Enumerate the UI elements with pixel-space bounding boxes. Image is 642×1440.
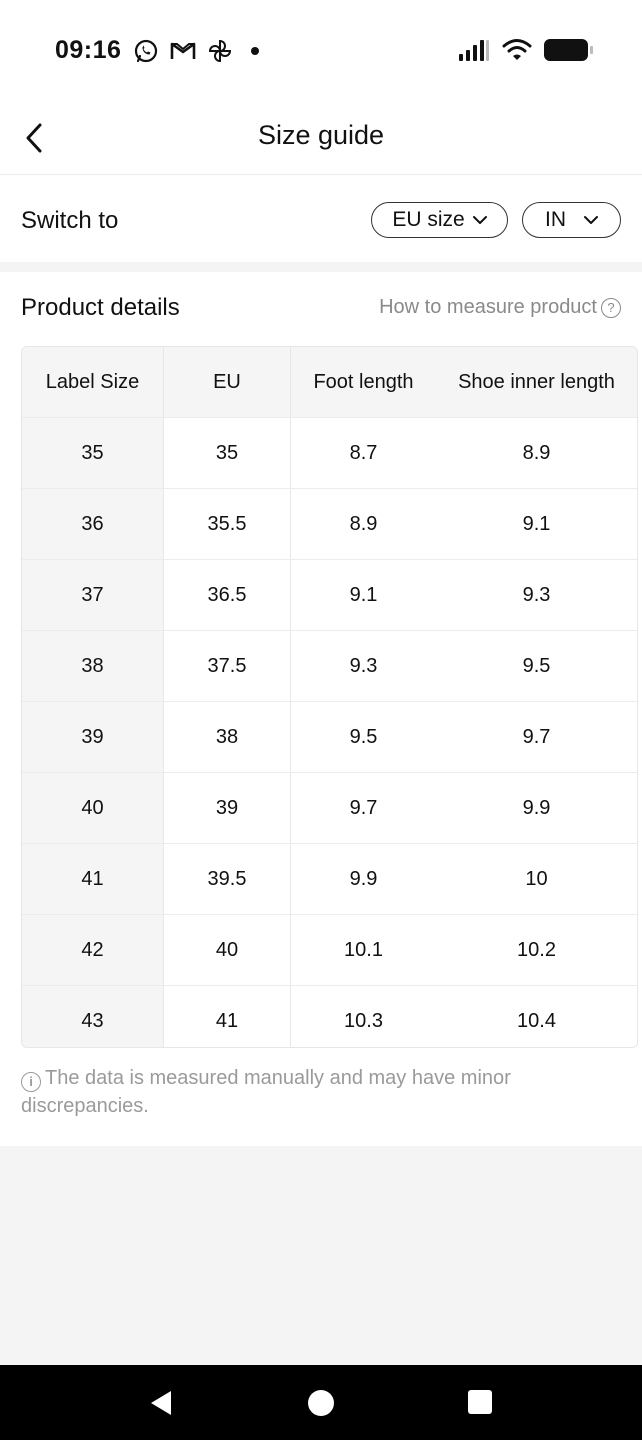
recents-square-icon[interactable] <box>467 1389 493 1415</box>
switch-label: Switch to <box>21 207 119 234</box>
cell-eu: 39 <box>163 772 291 844</box>
signal-icon <box>459 40 489 61</box>
cell-inner-length: 9.5 <box>436 630 637 702</box>
unit-dropdown[interactable]: IN <box>522 202 621 238</box>
system-icons <box>458 38 593 62</box>
table-row: 42 40 10.1 10.2 <box>22 914 637 986</box>
cell-inner-length: 9.1 <box>436 488 637 560</box>
size-table: Label Size EU Foot length Shoe inner len… <box>21 346 638 1048</box>
back-triangle-icon[interactable] <box>147 1389 175 1417</box>
cell-label-size: 39 <box>22 701 164 773</box>
table-row: 43 41 10.3 10.4 <box>22 985 637 1047</box>
header-shoe-inner-length: Shoe inner length <box>436 347 637 418</box>
cell-foot-length: 9.5 <box>290 701 436 773</box>
size-system-value: EU size <box>392 208 465 231</box>
status-time: 09:16 <box>55 36 122 64</box>
measurement-disclaimer: i The data is measured manually and may h… <box>21 1064 561 1120</box>
cell-label-size: 38 <box>22 630 164 702</box>
cell-foot-length: 9.1 <box>290 559 436 631</box>
header-foot-length: Foot length <box>290 347 436 418</box>
cell-foot-length: 10.3 <box>344 1009 383 1032</box>
notification-icons <box>133 38 261 64</box>
cell-label-size: 37 <box>22 559 164 631</box>
cell-foot-length: 8.7 <box>290 417 436 489</box>
switch-row: Switch to EU size IN <box>0 175 642 262</box>
cell-foot-length: 9.3 <box>290 630 436 702</box>
pinwheel-icon <box>208 39 232 63</box>
cell-inner-length: 8.9 <box>436 417 637 489</box>
top-app-bar: Size guide <box>0 100 642 175</box>
section-title: Product details <box>21 294 180 321</box>
table-row: 40 39 9.7 9.9 <box>22 772 637 844</box>
cell-label-size: 41 <box>22 843 164 915</box>
cell-eu: 36.5 <box>163 559 291 631</box>
chevron-down-icon <box>584 216 598 224</box>
cell-foot-length: 10.1 <box>290 914 436 986</box>
unit-value: IN <box>545 208 566 231</box>
section-divider <box>0 262 642 272</box>
table-row: 41 39.5 9.9 10 <box>22 843 637 915</box>
cell-eu: 40 <box>163 914 291 986</box>
cell-inner-length: 9.7 <box>436 701 637 773</box>
table-row: 38 37.5 9.3 9.5 <box>22 630 637 702</box>
cell-label-size: 35 <box>22 417 164 489</box>
status-bar: 09:16 <box>0 0 642 100</box>
cell-inner-length: 9.3 <box>436 559 637 631</box>
disclaimer-text: The data is measured manually and may ha… <box>21 1067 511 1117</box>
size-system-dropdown[interactable]: EU size <box>371 202 508 238</box>
cell-inner-length: 10.2 <box>436 914 637 986</box>
battery-icon <box>544 39 593 61</box>
cell-foot-length: 9.9 <box>290 843 436 915</box>
gmail-icon <box>170 42 196 59</box>
cell-eu: 41 <box>163 985 291 1047</box>
table-row: 39 38 9.5 9.7 <box>22 701 637 773</box>
header-eu: EU <box>163 347 291 418</box>
cell-eu: 35 <box>163 417 291 489</box>
cell-eu: 39.5 <box>163 843 291 915</box>
cell-inner-length: 9.9 <box>436 772 637 844</box>
cell-foot-length: 8.9 <box>290 488 436 560</box>
cell-inner-length: 10 <box>436 843 637 915</box>
home-circle-icon[interactable] <box>307 1389 335 1417</box>
cell-eu: 37.5 <box>163 630 291 702</box>
whatsapp-icon <box>134 39 158 63</box>
info-icon: i <box>21 1072 41 1092</box>
wifi-icon <box>502 39 532 60</box>
help-icon: ? <box>601 297 621 318</box>
table-header-row: Label Size EU Foot length Shoe inner len… <box>22 347 637 418</box>
table-row: 36 35.5 8.9 9.1 <box>22 488 637 560</box>
cell-label-size: 42 <box>22 914 164 986</box>
cell-eu: 35.5 <box>163 488 291 560</box>
system-navigation-bar <box>0 1365 642 1440</box>
cell-label-size: 43 <box>22 985 164 1047</box>
cell-eu: 38 <box>163 701 291 773</box>
page-title: Size guide <box>257 120 385 150</box>
chevron-down-icon <box>472 216 487 224</box>
product-details-section: Product details How to measure product ?… <box>0 272 642 1146</box>
header-label-size: Label Size <box>22 347 164 418</box>
table-row: 37 36.5 9.1 9.3 <box>22 559 637 631</box>
cell-inner-length: 10.4 <box>517 1009 556 1032</box>
cell-label-size: 40 <box>22 772 164 844</box>
dot-icon <box>251 47 259 55</box>
cell-foot-length: 9.7 <box>290 772 436 844</box>
how-to-measure-link[interactable]: How to measure product ? <box>379 296 621 319</box>
cell-label-size: 36 <box>22 488 164 560</box>
table-row: 35 35 8.7 8.9 <box>22 417 637 489</box>
how-to-measure-label: How to measure product <box>379 296 597 318</box>
